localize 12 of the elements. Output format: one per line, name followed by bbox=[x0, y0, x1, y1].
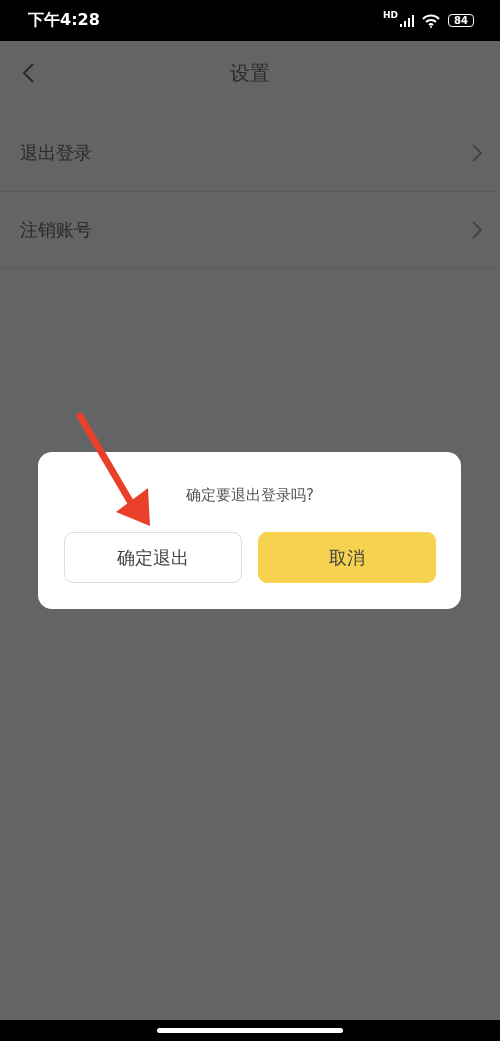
status-time: 下午4:28 bbox=[28, 10, 100, 31]
wifi-icon bbox=[422, 13, 440, 28]
cancel-button[interactable]: 取消 bbox=[258, 532, 436, 583]
page-title: 设置 bbox=[230, 59, 270, 87]
back-icon[interactable] bbox=[22, 63, 34, 83]
chevron-right-icon bbox=[472, 144, 482, 162]
dialog-message: 确定要退出登录吗? bbox=[185, 486, 315, 506]
signal-icon bbox=[400, 14, 414, 27]
chevron-right-icon bbox=[472, 221, 482, 239]
network-label: HD bbox=[383, 9, 398, 20]
battery-level: 84 bbox=[448, 14, 474, 27]
confirm-logout-button[interactable]: 确定退出 bbox=[64, 532, 242, 583]
